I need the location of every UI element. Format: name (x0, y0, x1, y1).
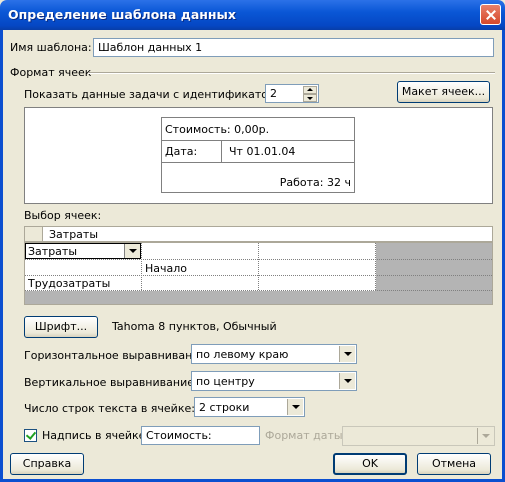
check-icon (25, 429, 37, 440)
preview-work: Работа: 32 ч (279, 176, 351, 189)
chevron-down-icon[interactable] (339, 373, 355, 389)
grid-row-divider (25, 275, 492, 276)
arrow-down-icon (307, 97, 313, 100)
grid-cell-start[interactable]: Начало (145, 262, 187, 275)
h-align-value: по левому краю (196, 348, 289, 361)
text-rows-value: 2 строки (199, 401, 250, 414)
chevron-down-icon[interactable] (287, 399, 303, 415)
preview-area: Стоимость: 0,00р. Дата: Чт 01.01.04 Рабо… (24, 107, 493, 204)
cell-caption-checkbox[interactable] (24, 429, 37, 442)
chevron-down-icon[interactable] (477, 428, 493, 444)
close-button[interactable] (480, 4, 501, 25)
ok-button[interactable]: OK (333, 453, 407, 475)
show-task-label: Показать данные задачи с идентификатором… (24, 88, 294, 101)
spinner-down-button[interactable] (303, 94, 317, 102)
grid-dropdown-value: Затраты (28, 245, 78, 258)
cell-selection-label: Выбор ячеек: (24, 209, 102, 222)
preview-divider-3 (221, 140, 222, 162)
date-format-label: Формат даты: (265, 429, 347, 442)
cell-edit-corner (25, 227, 43, 241)
group-separator (88, 72, 495, 74)
template-name-label: Имя шаблона: (10, 41, 92, 54)
help-button[interactable]: Справка (10, 453, 84, 475)
template-name-value: Шаблон данных 1 (98, 41, 203, 54)
cell-format-group-label: Формат ячеек (10, 66, 92, 79)
h-align-select[interactable]: по левому краю (191, 344, 357, 364)
arrow-up-icon (307, 88, 313, 91)
grid-cell-work[interactable]: Трудозатраты (28, 277, 110, 290)
font-description: Tahoma 8 пунктов, Обычный (112, 320, 277, 333)
cell-edit-bar[interactable]: Затраты (24, 226, 493, 242)
preview-cost: Стоимость: 0,00р. (165, 123, 270, 136)
grid-dropdown-arrow-button[interactable] (124, 244, 140, 258)
task-id-spinner[interactable]: 2 (265, 84, 319, 103)
grid-cell-dropdown[interactable]: Затраты (25, 243, 141, 259)
v-align-value: по центру (196, 375, 255, 388)
cell-caption-input[interactable]: Стоимость: (141, 426, 260, 445)
date-format-select[interactable] (342, 426, 495, 446)
preview-divider-1 (162, 140, 354, 141)
font-button[interactable]: Шрифт... (24, 316, 98, 338)
chevron-down-icon[interactable] (339, 346, 355, 362)
cell-edit-value: Затраты (49, 228, 99, 241)
template-name-input[interactable]: Шаблон данных 1 (93, 38, 494, 57)
preview-date-value: Чт 01.01.04 (229, 145, 296, 158)
spinner-up-button[interactable] (303, 86, 317, 94)
cell-caption-value: Стоимость: (146, 429, 212, 442)
preview-date-label: Дата: (165, 145, 198, 158)
chevron-down-icon (129, 249, 137, 253)
task-id-value: 2 (270, 87, 277, 100)
text-rows-label: Число строк текста в ячейке: (24, 402, 195, 415)
cell-selection-grid[interactable]: Затраты Начало Трудозатраты (24, 242, 493, 305)
text-rows-select[interactable]: 2 строки (194, 397, 305, 417)
cell-caption-label: Надпись в ячейке: (42, 429, 150, 442)
preview-divider-2 (162, 162, 354, 163)
grid-row-divider (25, 259, 492, 260)
preview-cell-box: Стоимость: 0,00р. Дата: Чт 01.01.04 Рабо… (161, 117, 355, 193)
grid-inactive-row (25, 291, 492, 304)
h-align-label: Горизонтальное выравнивание: (24, 349, 210, 362)
cell-layout-button[interactable]: Макет ячеек... (397, 81, 490, 103)
window-title: Определение шаблона данных (8, 7, 236, 22)
cancel-button[interactable]: Отмена (417, 453, 491, 475)
v-align-label: Вертикальное выравнивание: (24, 376, 198, 389)
v-align-select[interactable]: по центру (191, 371, 357, 391)
